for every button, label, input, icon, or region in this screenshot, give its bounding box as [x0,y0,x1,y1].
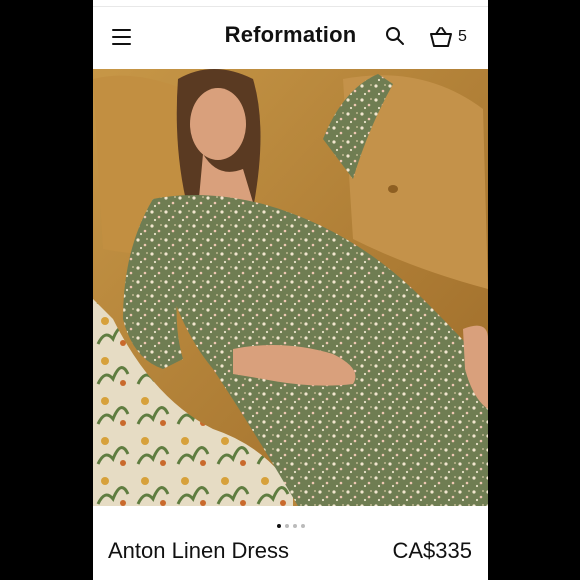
product-image[interactable] [93,69,488,506]
product-name: Anton Linen Dress [108,538,289,563]
product-photo-illustration [93,69,488,506]
shopping-basket-icon[interactable] [429,26,453,48]
product-price: CA$335 [392,538,472,563]
cart-count-badge[interactable]: 5 [458,28,467,46]
image-pagination [93,515,488,528]
pagination-dot[interactable] [284,524,289,528]
app-header: Reformation 5 [93,7,488,69]
product-page: Reformation 5 Anton Linen Dress CA$335 [93,0,488,580]
pagination-dot[interactable] [276,524,281,528]
pagination-dot[interactable] [292,524,297,528]
pagination-dot[interactable] [300,524,305,528]
search-icon[interactable] [385,26,405,46]
